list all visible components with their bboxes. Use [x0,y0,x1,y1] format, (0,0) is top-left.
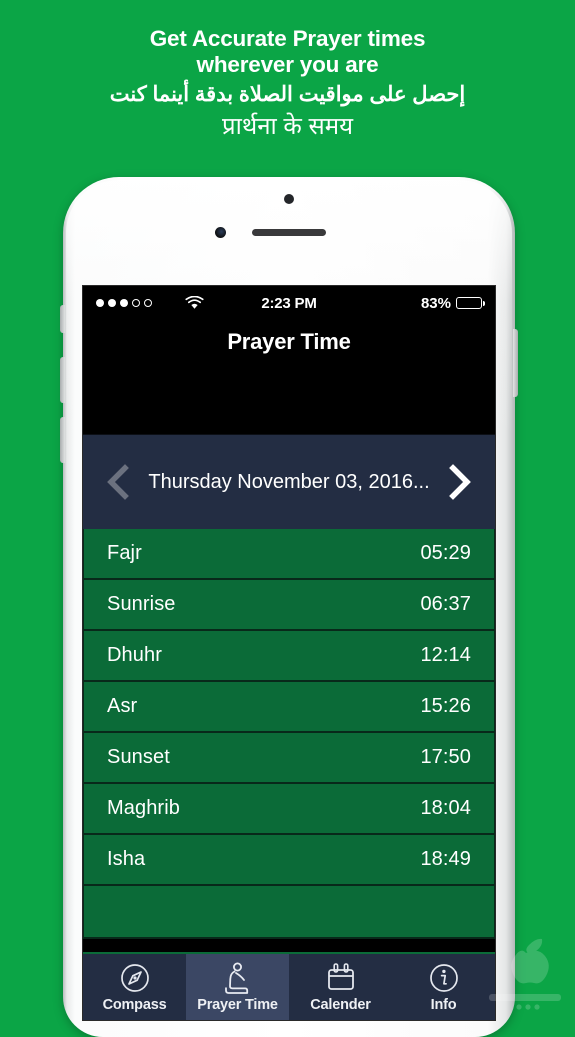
prayer-row[interactable]: Sunrise 06:37 [83,580,495,631]
date-navigation-bar: Thursday November 03, 2016... [83,434,495,529]
promo-headline-arabic: إحصل على مواقيت الصلاة بدقة أينما كنت [109,83,466,106]
tab-calender[interactable]: Calender [289,954,392,1020]
calendar-icon [325,961,357,994]
prayer-time-value: 18:04 [420,797,471,819]
prayer-name-label: Asr [107,695,138,717]
promo-headline-line2: wherever you are [196,52,379,77]
tab-prayer-time[interactable]: Prayer Time [186,954,289,1020]
prayer-times-list: Fajr 05:29 Sunrise 06:37 Dhuhr 12:14 Asr 15:26 S… [83,529,495,939]
prayer-name-label: Dhuhr [107,644,162,666]
silent-switch-button[interactable] [60,305,65,333]
prayer-name-label: Fajr [107,542,142,564]
next-day-button[interactable] [439,463,481,501]
earpiece-speaker [252,229,326,236]
tab-label: Calender [310,997,371,1013]
phone-mockup: 2:23 PM 83% Prayer Time Thursday Novembe… [60,177,518,1037]
proximity-sensor-icon [284,194,294,204]
power-button[interactable] [513,329,518,397]
volume-down-button[interactable] [60,417,65,463]
tab-bar: Compass Prayer Time Calender Info [83,952,495,1020]
phone-screen: 2:23 PM 83% Prayer Time Thursday Novembe… [82,285,496,1021]
prayer-name-label: Isha [107,848,146,870]
prayer-row[interactable]: Sunset 17:50 [83,733,495,784]
prayer-row[interactable]: Isha 18:49 [83,835,495,886]
prayer-row[interactable]: Maghrib 18:04 [83,784,495,835]
volume-up-button[interactable] [60,357,65,403]
chevron-right-icon [449,464,471,500]
chevron-left-icon [107,464,129,500]
prayer-time-value: 05:29 [420,542,471,564]
tab-label: Prayer Time [197,997,278,1013]
tab-label: Compass [102,997,167,1013]
prayer-time-value: 15:26 [420,695,471,717]
prayer-time-value: 18:49 [420,848,471,870]
prayer-time-value: 06:37 [420,593,471,615]
prayer-name-label: Sunset [107,746,170,768]
front-camera-icon [215,227,226,238]
prayer-row[interactable]: Asr 15:26 [83,682,495,733]
compass-icon [120,961,150,994]
previous-day-button[interactable] [97,463,139,501]
status-bar: 2:23 PM 83% [83,286,495,320]
prayer-name-label: Sunrise [107,593,176,615]
tab-label: Info [430,997,457,1013]
prayer-time-value: 17:50 [420,746,471,768]
promo-header: Get Accurate Prayer times wherever you a… [0,0,575,144]
page-title: Prayer Time [227,329,351,354]
prayer-row[interactable]: Fajr 05:29 [83,529,495,580]
battery-icon [456,297,485,309]
prayer-row[interactable]: Dhuhr 12:14 [83,631,495,682]
status-bar-clock: 2:23 PM [261,294,317,312]
prayer-name-label: Maghrib [107,797,180,819]
prayer-row-empty [83,886,495,939]
current-date-label: Thursday November 03, 2016... [148,471,430,493]
promo-headline-line1: Get Accurate Prayer times [149,26,426,51]
prayer-time-value: 12:14 [420,644,471,666]
info-icon [429,961,459,994]
tab-info[interactable]: Info [392,954,495,1020]
promo-headline-hindi: प्रार्थना के समय [221,113,353,140]
praying-icon [223,961,253,994]
navigation-bar: Prayer Time [83,320,495,434]
tab-compass[interactable]: Compass [83,954,186,1020]
